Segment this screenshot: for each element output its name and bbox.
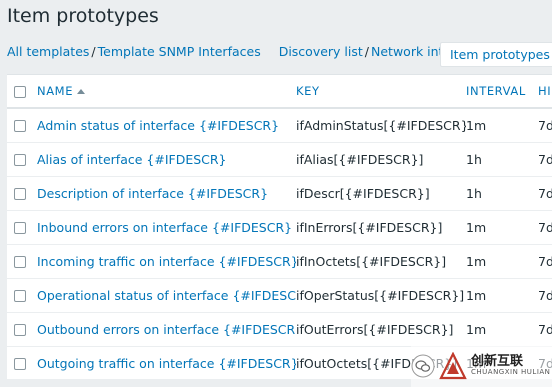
page-title: Item prototypes [7,5,159,27]
row-checkbox[interactable] [14,256,26,268]
item-key: ifAlias[{#IFDESCR}] [296,142,466,177]
item-key: ifInOctets[{#IFDESCR}] [296,244,466,279]
item-prototype-name-link[interactable]: Description of interface {#IFDESCR} [37,186,268,201]
table-row: Inbound errors on interface {#IFDESCR} i… [7,210,552,245]
item-prototype-name-link[interactable]: Outgoing traffic on interface {#IFDESCR} [37,356,296,371]
table-row: Operational status of interface {#IFDESC… [7,278,552,313]
column-header-history[interactable]: HI [538,75,552,109]
table-row: Outbound errors on interface {#IFDESCR} … [7,312,552,347]
item-interval: 1h [466,176,538,211]
row-checkbox[interactable] [14,324,26,336]
item-interval: 1m [466,312,538,347]
watermark-text: 创新互联 CHUANGXIN HULIAN [471,354,551,377]
item-key: ifInErrors[{#IFDESCR}] [296,210,466,245]
watermark: 创新互联 CHUANGXIN HULIAN [411,345,552,387]
tab-label: Item prototypes [450,47,550,62]
row-checkbox[interactable] [14,154,26,166]
item-key: ifOutErrors[{#IFDESCR}] [296,312,466,347]
tab-item-prototypes[interactable]: Item prototypes8 [440,42,552,67]
item-history: 7d [538,244,552,279]
item-history: 7d [538,108,552,143]
row-checkbox[interactable] [14,188,26,200]
item-history: 7d [538,176,552,211]
row-checkbox[interactable] [14,222,26,234]
item-prototype-name-link[interactable]: Admin status of interface {#IFDESCR} [37,118,279,133]
table-row: Alias of interface {#IFDESCR} ifAlias[{#… [7,142,552,177]
column-header-interval[interactable]: INTERVAL [466,75,538,109]
item-history: 7d [538,210,552,245]
item-interval: 1h [466,142,538,177]
row-checkbox[interactable] [14,358,26,370]
breadcrumb-separator: / [364,44,369,59]
sort-up-icon [77,89,86,94]
item-interval: 1m [466,244,538,279]
table-row: Admin status of interface {#IFDESCR} ifA… [7,108,552,143]
item-prototypes-table: NAME KEY INTERVAL HI Admin status of int… [7,74,552,379]
column-header-name-label: NAME [37,84,74,98]
item-interval: 1m [466,278,538,313]
item-history: 7d [538,278,552,313]
select-all-cell [7,75,37,109]
item-prototype-name-link[interactable]: Incoming traffic on interface {#IFDESCR} [37,254,296,269]
item-prototype-name-link[interactable]: Outbound errors on interface {#IFDESCR} [37,322,296,337]
column-header-key[interactable]: KEY [296,75,466,109]
cdcxhl-logo-icon [439,352,467,380]
item-history: 7d [538,312,552,347]
item-prototype-name-link[interactable]: Alias of interface {#IFDESCR} [37,152,227,167]
breadcrumb-discovery-list[interactable]: Discovery list [279,44,363,59]
row-checkbox[interactable] [14,120,26,133]
wechat-icon [411,354,435,378]
row-checkbox[interactable] [14,290,26,302]
item-prototype-name-link[interactable]: Operational status of interface {#IFDESC… [37,288,296,303]
table-row: Description of interface {#IFDESCR} ifDe… [7,176,552,211]
item-prototype-name-link[interactable]: Inbound errors on interface {#IFDESCR} [37,220,292,235]
breadcrumb: All templates / Template SNMP Interfaces D… [7,44,489,59]
item-key: ifOperStatus[{#IFDESCR}] [296,278,466,313]
breadcrumb-separator: / [91,44,96,59]
item-key: ifDescr[{#IFDESCR}] [296,176,466,211]
select-all-checkbox[interactable] [14,85,26,98]
breadcrumb-all-templates[interactable]: All templates [7,44,89,59]
breadcrumb-template[interactable]: Template SNMP Interfaces [98,44,261,59]
item-history: 7d [538,142,552,177]
item-interval: 1m [466,108,538,143]
table-header-row: NAME KEY INTERVAL HI [7,75,552,109]
table-row: Incoming traffic on interface {#IFDESCR}… [7,244,552,279]
item-key: ifAdminStatus[{#IFDESCR}] [296,108,466,143]
item-interval: 1m [466,210,538,245]
column-header-name[interactable]: NAME [37,75,296,109]
